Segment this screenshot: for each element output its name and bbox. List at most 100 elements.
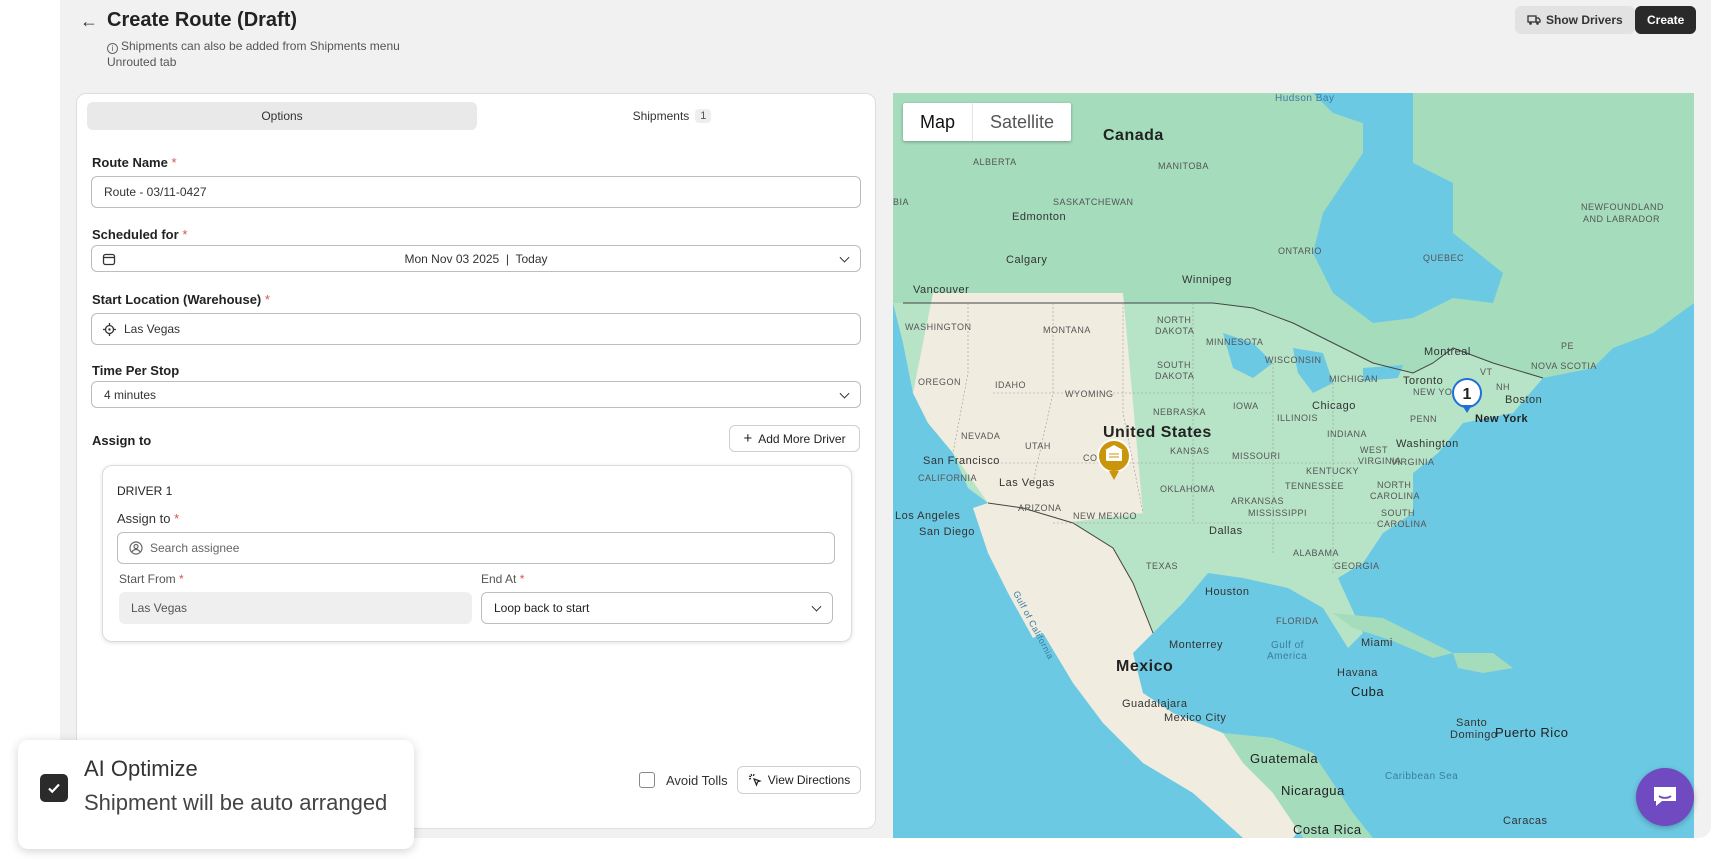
route-map[interactable]: Hudson Bay Canada ALBERTA MANITOBA SASKA… — [893, 93, 1694, 838]
map-label: MICHIGAN — [1329, 374, 1378, 384]
map-label: Edmonton — [1012, 211, 1066, 223]
map-label: Santo — [1456, 717, 1487, 729]
scheduled-date-value: Mon Nov 03 2025 | Today — [404, 251, 548, 266]
map-label: IOWA — [1233, 401, 1259, 411]
map-label: TENNESSEE — [1285, 481, 1344, 491]
driver-heading: DRIVER 1 — [117, 484, 173, 498]
scheduled-for-label-text: Scheduled for — [92, 227, 179, 242]
map-label: Vancouver — [913, 284, 969, 296]
map-label: MANITOBA — [1158, 161, 1209, 171]
add-more-driver-label: Add More Driver — [758, 431, 846, 446]
map-label: SOUTH — [1381, 508, 1415, 518]
map-label: ARIZONA — [1018, 503, 1062, 513]
map-label: Toronto — [1403, 375, 1443, 387]
required-mark: * — [182, 227, 188, 242]
cursor-click-icon — [748, 773, 762, 787]
required-mark: * — [179, 572, 184, 586]
map-label: NEVADA — [961, 431, 1000, 441]
map-label: Las Vegas — [999, 477, 1055, 489]
map-label: Havana — [1337, 667, 1378, 679]
map-label: Mexico City — [1164, 712, 1226, 724]
assignee-search-input[interactable]: Search assignee — [117, 532, 835, 564]
show-drivers-button[interactable]: Show Drivers — [1515, 6, 1635, 34]
chevron-down-icon — [839, 252, 850, 263]
warehouse-icon — [1106, 450, 1122, 461]
map-label: Washington — [1396, 438, 1459, 450]
map-label: Nicaragua — [1281, 783, 1345, 798]
map-label: BIA — [893, 197, 909, 207]
route-name-label-text: Route Name — [92, 155, 168, 170]
page-title: Create Route (Draft) — [107, 9, 298, 31]
map-label: KENTUCKY — [1306, 466, 1359, 476]
scheduled-date-select[interactable]: Mon Nov 03 2025 | Today — [91, 245, 861, 272]
map-label: New York — [1475, 413, 1528, 425]
map-label: Winnipeg — [1182, 274, 1232, 286]
map-label: NEW YO — [1413, 387, 1452, 397]
map-label: DAKOTA — [1155, 326, 1194, 336]
map-label: SASKATCHEWAN — [1053, 197, 1134, 207]
stop-marker-number: 1 — [1463, 386, 1472, 403]
map-label: PE — [1561, 341, 1574, 351]
info-icon: i — [107, 43, 118, 54]
avoid-tolls-label[interactable]: Avoid Tolls — [666, 773, 728, 788]
map-mode-button[interactable]: Map — [903, 103, 972, 141]
ai-optimize-card: AI Optimize Shipment will be auto arrang… — [18, 740, 414, 849]
map-label: Dallas — [1209, 525, 1243, 537]
map-label: VT — [1480, 367, 1493, 377]
tab-options-label: Options — [261, 109, 303, 123]
create-button[interactable]: Create — [1635, 6, 1697, 34]
satellite-mode-button[interactable]: Satellite — [973, 103, 1071, 141]
view-directions-button[interactable]: View Directions — [737, 766, 861, 794]
map-label: Montreal — [1424, 346, 1471, 358]
map-label: OREGON — [918, 377, 961, 387]
map-label: FLORIDA — [1276, 616, 1319, 626]
start-from-field: Las Vegas — [119, 592, 472, 624]
end-at-select[interactable]: Loop back to start — [481, 592, 833, 624]
map-label: SOUTH — [1157, 360, 1191, 370]
map-label: Puerto Rico — [1495, 725, 1568, 740]
avoid-tolls-checkbox[interactable] — [639, 772, 655, 788]
map-label: Gulf of — [1271, 640, 1304, 651]
shipments-count-badge: 1 — [695, 109, 712, 123]
view-directions-label: View Directions — [767, 773, 851, 787]
route-name-input[interactable]: Route - 03/11-0427 — [91, 176, 861, 208]
map-label: ALABAMA — [1293, 548, 1339, 558]
header-note: i Shipments can also be added from Shipme… — [107, 38, 427, 70]
map-label: DAKOTA — [1155, 371, 1194, 381]
map-label: America — [1267, 651, 1307, 662]
add-more-driver-button[interactable]: + Add More Driver — [729, 425, 860, 452]
map-label: MINNESOTA — [1206, 337, 1263, 347]
map-label: ALBERTA — [973, 157, 1017, 167]
header-note-text: Shipments can also be added from Shipmen… — [107, 39, 400, 69]
map-canvas[interactable]: Hudson Bay Canada ALBERTA MANITOBA SASKA… — [893, 93, 1694, 838]
map-label: WYOMING — [1065, 389, 1114, 399]
map-label: Houston — [1205, 586, 1249, 598]
user-circle-icon — [129, 541, 143, 555]
map-label: WISCONSIN — [1265, 355, 1322, 365]
map-label: NEW MEXICO — [1073, 511, 1137, 521]
end-at-label: End At * — [481, 572, 524, 586]
map-label: AND LABRADOR — [1583, 214, 1660, 224]
tab-options[interactable]: Options — [87, 102, 477, 130]
map-label: VIRGINIA — [1391, 457, 1435, 467]
map-label: NORTH — [1377, 480, 1411, 490]
ai-optimize-checkbox[interactable] — [40, 774, 68, 802]
map-label: IDAHO — [995, 380, 1026, 390]
start-location-input[interactable]: Las Vegas — [91, 313, 861, 345]
required-mark: * — [174, 511, 180, 526]
map-label: Caracas — [1503, 815, 1547, 827]
chat-launcher-button[interactable] — [1636, 768, 1694, 826]
assign-to-heading: Assign to — [92, 433, 152, 448]
arrow-left-icon[interactable]: ← — [78, 10, 100, 32]
ai-optimize-subtitle: Shipment will be auto arranged — [84, 790, 388, 815]
map-label: Caribbean Sea — [1385, 771, 1458, 782]
map-label: CO — [1083, 453, 1098, 463]
time-per-stop-label: Time Per Stop — [92, 363, 180, 378]
time-per-stop-select[interactable]: 4 minutes — [91, 381, 861, 408]
map-label: San Diego — [919, 526, 975, 538]
ai-optimize-title: AI Optimize — [84, 756, 198, 781]
map-label: NEWFOUNDLAND — [1581, 202, 1664, 212]
map-label: Mexico — [1116, 658, 1173, 675]
tab-shipments[interactable]: Shipments 1 — [477, 102, 867, 130]
map-label: KANSAS — [1170, 446, 1210, 456]
